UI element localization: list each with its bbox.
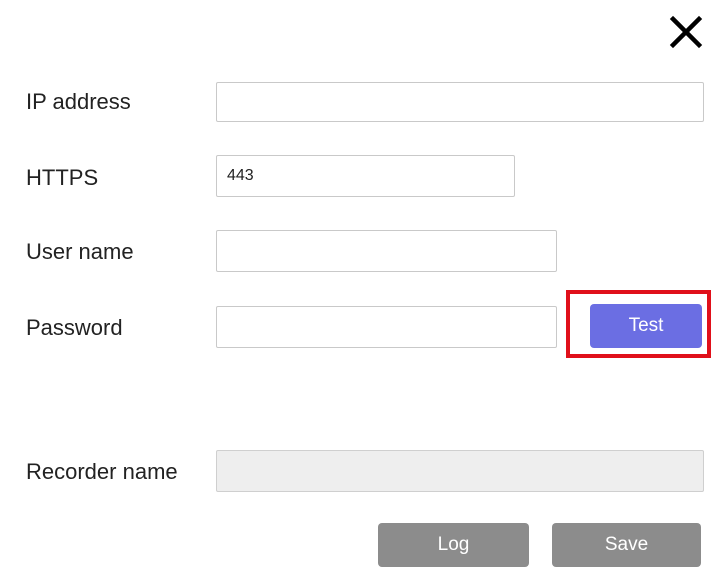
- ip-address-label: IP address: [26, 89, 131, 114]
- https-port-input[interactable]: [216, 155, 515, 197]
- user-name-label: User name: [26, 239, 134, 264]
- password-label: Password: [26, 315, 123, 340]
- password-input[interactable]: [216, 306, 557, 348]
- save-button[interactable]: Save: [552, 523, 701, 567]
- recorder-name-input: [216, 450, 704, 492]
- https-label: HTTPS: [26, 165, 99, 190]
- log-button[interactable]: Log: [378, 523, 529, 567]
- user-name-input[interactable]: [216, 230, 557, 272]
- test-button[interactable]: Test: [590, 304, 702, 348]
- recorder-name-label: Recorder name: [26, 459, 178, 484]
- recorder-settings-dialog: IP address HTTPS User name Password Test…: [0, 0, 717, 581]
- ip-address-input[interactable]: [216, 82, 704, 122]
- close-icon: [669, 15, 703, 49]
- close-button[interactable]: [668, 14, 704, 50]
